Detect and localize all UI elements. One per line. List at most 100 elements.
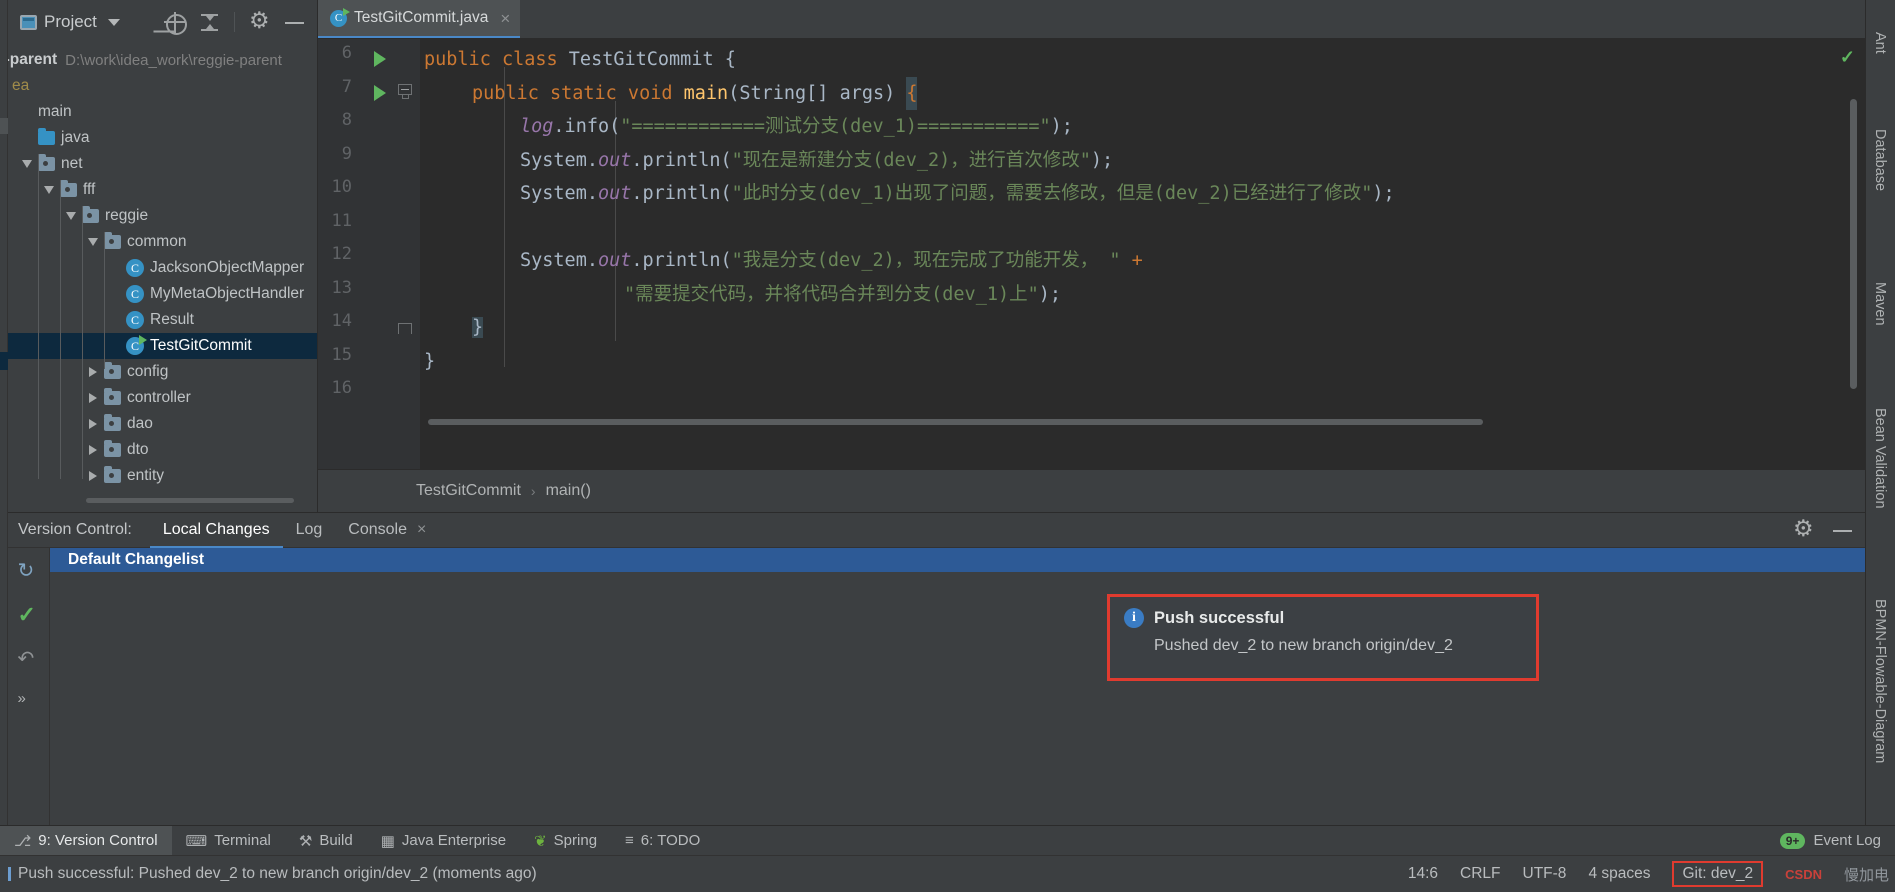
- chevron-right-icon[interactable]: [82, 445, 104, 455]
- run-gutter-icon[interactable]: [374, 84, 386, 101]
- right-tool-tab-maven[interactable]: Maven: [1865, 250, 1895, 358]
- right-tool-tab-bpmn-flowable-diagram[interactable]: BPMN-Flowable-Diagram: [1865, 556, 1895, 806]
- tree-node[interactable]: C Result: [8, 307, 317, 333]
- bottom-tool-window-bar: ⎇ 9: Version Control ⌨ Terminal ⚒ Build ▦ Java …: [0, 825, 1895, 856]
- more-icon[interactable]: »: [18, 690, 40, 712]
- bottom-tab-6-todo[interactable]: ≡ 6: TODO: [611, 826, 714, 856]
- status-message-area[interactable]: Push successful: Pushed dev_2 to new bra…: [0, 865, 537, 883]
- editor-horizontal-scrollbar[interactable]: [428, 419, 1483, 425]
- fold-end-marker[interactable]: [398, 323, 412, 334]
- tree-guide-line: [38, 154, 39, 479]
- settings-gear-icon[interactable]: [249, 7, 270, 34]
- editor-code[interactable]: public class TestGitCommit { public stat…: [420, 39, 1865, 469]
- push-successful-notification[interactable]: i Push successful Pushed dev_2 to new br…: [1107, 594, 1539, 681]
- right-tool-tab-bean-validation[interactable]: Bean Validation: [1865, 382, 1895, 534]
- tree-node[interactable]: entity: [8, 463, 317, 489]
- tree-node[interactable]: fff: [8, 177, 317, 203]
- tree-node[interactable]: reggie: [8, 203, 317, 229]
- inspection-status-icon[interactable]: ✓: [1840, 47, 1855, 68]
- bottom-tab-9-version-control[interactable]: ⎇ 9: Version Control: [0, 825, 172, 856]
- git-branch-widget[interactable]: Git: dev_2: [1672, 861, 1764, 887]
- status-bar: Push successful: Pushed dev_2 to new bra…: [0, 855, 1895, 892]
- folder-icon: [104, 362, 121, 379]
- bottom-tab-java-enterprise[interactable]: ▦ Java Enterprise: [367, 826, 520, 856]
- project-title-dropdown[interactable]: Project: [14, 12, 120, 32]
- gutter-line-number: 13: [331, 277, 352, 298]
- commit-check-icon[interactable]: ✓: [18, 602, 40, 627]
- chevron-down-icon[interactable]: [107, 18, 120, 26]
- chevron-right-icon[interactable]: [82, 471, 104, 481]
- collapse-all-icon[interactable]: [199, 12, 220, 33]
- right-tool-tab-ant[interactable]: Ant: [1865, 12, 1895, 74]
- tree-node[interactable]: common: [8, 229, 317, 255]
- hide-panel-icon[interactable]: [1832, 520, 1853, 541]
- bottom-tab-spring[interactable]: ❦ Spring: [520, 826, 611, 856]
- tree-node[interactable]: C TestGitCommit: [8, 333, 317, 359]
- tree-node[interactable]: java: [8, 125, 317, 151]
- root-module-row[interactable]: e-parent D:\work\idea_work\reggie-parent: [8, 47, 317, 73]
- breadcrumb-method[interactable]: main(): [546, 482, 591, 500]
- chevron-down-icon[interactable]: [38, 186, 60, 194]
- bottom-tab-label: Spring: [553, 832, 598, 849]
- default-changelist-row[interactable]: Default Changelist: [50, 548, 1865, 572]
- tree-node[interactable]: config: [8, 359, 317, 385]
- idea-window: Project e-parent D:\work\idea_work\reggi…: [0, 0, 1895, 892]
- chevron-down-icon[interactable]: [82, 238, 104, 246]
- rollback-icon[interactable]: ↶: [18, 646, 40, 670]
- editor-vertical-scrollbar[interactable]: [1850, 99, 1857, 389]
- fold-collapse-icon[interactable]: [398, 83, 412, 99]
- settings-gear-icon[interactable]: [1793, 515, 1814, 542]
- chevron-right-icon[interactable]: [82, 367, 104, 377]
- tree-guide-line: [60, 180, 61, 479]
- tree-node[interactable]: main: [8, 99, 317, 125]
- editor-gutter[interactable]: 6 7 8 9 10 11 12 13 14 15 16: [318, 39, 420, 469]
- run-gutter-icon[interactable]: [374, 51, 386, 67]
- encoding[interactable]: UTF-8: [1523, 865, 1567, 883]
- tree-node-label: controller: [127, 389, 191, 406]
- status-right-area: 14:6 CRLF UTF-8 4 spaces Git: dev_2 CSDN…: [1408, 861, 1895, 887]
- terminal-icon: ⌨: [185, 832, 208, 850]
- close-icon[interactable]: ×: [417, 521, 426, 539]
- close-icon[interactable]: ×: [500, 10, 510, 27]
- chevron-right-icon[interactable]: [82, 419, 104, 429]
- indent-setting[interactable]: 4 spaces: [1588, 865, 1650, 883]
- tab-log[interactable]: Log: [283, 513, 336, 548]
- caret-position[interactable]: 14:6: [1408, 865, 1438, 883]
- event-log-label: Event Log: [1813, 832, 1881, 849]
- gutter-line-number: 16: [331, 378, 352, 398]
- breadcrumb-class[interactable]: TestGitCommit: [416, 482, 521, 500]
- folder-icon: [104, 466, 121, 483]
- tree-node-label: dto: [127, 441, 149, 458]
- line-separator[interactable]: CRLF: [1460, 865, 1500, 883]
- hide-icon[interactable]: [284, 12, 305, 33]
- project-panel-label: Project: [44, 12, 97, 31]
- chevron-right-icon[interactable]: [82, 393, 104, 403]
- text-caret: {: [906, 76, 918, 110]
- tree-node[interactable]: controller: [8, 385, 317, 411]
- bottom-tab-terminal[interactable]: ⌨ Terminal: [172, 826, 285, 856]
- folder-icon: [82, 206, 99, 223]
- left-strip-marker-2: [0, 352, 8, 370]
- tab-local-changes[interactable]: Local Changes: [150, 513, 283, 548]
- tab-console[interactable]: Console ×: [335, 513, 439, 548]
- tree-node[interactable]: dto: [8, 437, 317, 463]
- idea-folder-row[interactable]: ea: [8, 73, 317, 99]
- gutter-line-number: 12: [331, 244, 352, 264]
- editor-body[interactable]: 6 7 8 9 10 11 12 13 14 15 16 public class TestGitC…: [318, 39, 1865, 469]
- tree-node[interactable]: net: [8, 151, 317, 177]
- locate-icon[interactable]: [164, 11, 187, 35]
- editor-tab-testgitcommit[interactable]: C TestGitCommit.java ×: [318, 0, 521, 38]
- right-tool-tab-label: Maven: [1872, 282, 1888, 326]
- right-tool-tab-database[interactable]: Database: [1865, 96, 1895, 224]
- tree-node[interactable]: C MyMetaObjectHandler: [8, 281, 317, 307]
- project-horizontal-scrollbar[interactable]: [86, 498, 294, 503]
- chevron-down-icon[interactable]: [16, 160, 38, 168]
- chevron-down-icon[interactable]: [60, 212, 82, 220]
- tree-node[interactable]: C JacksonObjectMapper: [8, 255, 317, 281]
- bottom-tab-build[interactable]: ⚒ Build: [285, 826, 367, 856]
- toolbar-divider: [234, 12, 235, 32]
- event-log-area[interactable]: 9+ Event Log: [1779, 832, 1895, 849]
- refresh-icon[interactable]: ↻: [18, 558, 40, 582]
- tree-node[interactable]: dao: [8, 411, 317, 437]
- bottom-tab-label: Terminal: [214, 832, 271, 849]
